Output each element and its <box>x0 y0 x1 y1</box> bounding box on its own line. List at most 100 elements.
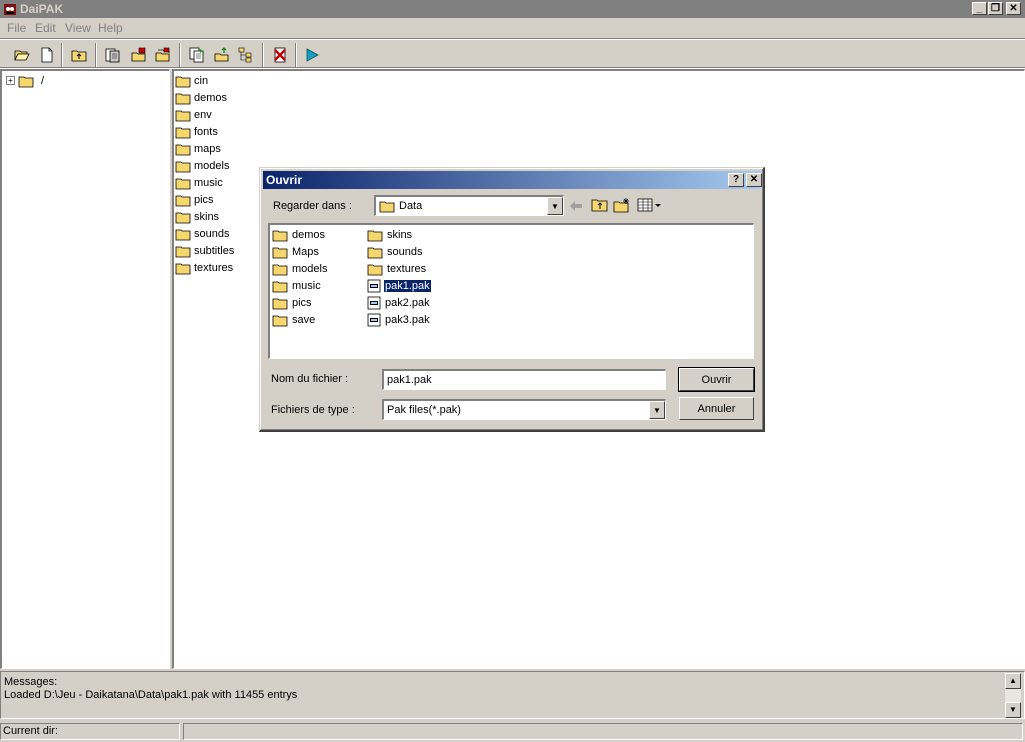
list-item-label: maps <box>194 142 221 155</box>
folder-icon <box>175 144 191 155</box>
file-list-item[interactable]: pak2.pak <box>367 295 431 311</box>
file-list-item[interactable]: pics <box>272 295 313 311</box>
add-folder-button[interactable] <box>152 44 174 66</box>
folder-up-icon <box>71 50 87 62</box>
file-list-item-label: pak1.pak <box>383 279 432 293</box>
folder-icon <box>175 263 191 274</box>
toolbar-separator <box>295 43 297 67</box>
menu-view[interactable]: View <box>65 21 91 35</box>
list-item-label: pics <box>194 193 214 206</box>
menu-help[interactable]: Help <box>98 21 123 35</box>
folder-icon <box>18 76 34 87</box>
menu-file[interactable]: File <box>7 21 26 35</box>
look-in-combo[interactable]: Data ▼ <box>374 195 564 216</box>
dialog-close-button[interactable]: ✕ <box>746 173 762 187</box>
dialog-title-bar[interactable]: Ouvrir ? ✕ <box>263 171 762 189</box>
pak-file-icon <box>367 313 381 327</box>
export-button[interactable] <box>211 44 233 66</box>
help-button[interactable]: ? <box>728 173 744 187</box>
list-item[interactable]: pics <box>175 191 234 208</box>
list-item-label: subtitles <box>194 244 235 257</box>
file-list-item-label: pak2.pak <box>385 297 430 309</box>
list-item[interactable]: maps <box>175 140 234 157</box>
new-file-button[interactable] <box>36 44 58 66</box>
cancel-button[interactable]: Annuler <box>679 397 754 420</box>
folder-tree-pane[interactable]: + / <box>0 69 170 669</box>
view-menu-button[interactable] <box>637 197 663 215</box>
scroll-down-button[interactable]: ▼ <box>1005 702 1021 718</box>
chevron-down-icon[interactable]: ▼ <box>547 197 563 215</box>
folder-icon <box>379 201 395 213</box>
tree-root[interactable]: + / <box>6 72 44 89</box>
minimize-button[interactable]: _ <box>972 2 987 15</box>
title-bar[interactable]: DaiPAK _ ❐ ✕ <box>0 0 1025 18</box>
list-item-label: sounds <box>194 227 230 240</box>
list-item[interactable]: cin <box>175 72 234 89</box>
folder-icon <box>175 195 191 206</box>
status-current-dir: Current dir: <box>0 723 180 740</box>
chevron-down-icon[interactable]: ▼ <box>649 401 665 419</box>
filetype-label: Fichiers de type : <box>271 404 355 416</box>
open-folder-icon <box>14 50 30 61</box>
file-list-item-label: pics <box>292 297 312 309</box>
scroll-up-button[interactable]: ▲ <box>1005 673 1021 689</box>
open-button[interactable]: Ouvrir <box>678 367 755 392</box>
filetype-select[interactable]: Pak files(*.pak) ▼ <box>382 399 666 420</box>
file-list-item[interactable]: demos <box>272 227 326 243</box>
file-list-item-label: sounds <box>387 246 423 258</box>
folder-icon <box>272 298 288 310</box>
copy-button[interactable] <box>186 44 208 66</box>
list-item[interactable]: models <box>175 157 234 174</box>
folder-icon <box>175 212 191 223</box>
close-button[interactable]: ✕ <box>1006 2 1021 15</box>
file-list-item[interactable]: skins <box>367 227 413 243</box>
back-button[interactable] <box>568 198 584 214</box>
add-files-button[interactable] <box>128 44 150 66</box>
list-item[interactable]: demos <box>175 89 234 106</box>
file-list-item-label: Maps <box>292 246 319 258</box>
list-item[interactable]: env <box>175 106 234 123</box>
view-list-icon <box>637 198 661 212</box>
file-list-item[interactable]: save <box>272 312 316 328</box>
file-list-item[interactable]: music <box>272 278 322 294</box>
file-list-item[interactable]: sounds <box>367 244 423 260</box>
dialog-file-list[interactable]: demos Maps models music pics save skins sounds t… <box>268 223 754 359</box>
list-item-label: skins <box>194 210 220 223</box>
folder-up-button[interactable] <box>68 44 90 66</box>
add-folder-icon <box>155 47 170 62</box>
restore-button[interactable]: ❐ <box>988 2 1003 15</box>
file-list-item[interactable]: Maps <box>272 244 320 260</box>
file-list-item[interactable]: pak1.pak <box>367 278 432 294</box>
look-in-label: Regarder dans : <box>273 200 352 212</box>
list-item[interactable]: sounds <box>175 225 234 242</box>
list-item[interactable]: subtitles <box>175 242 234 259</box>
delete-button[interactable] <box>269 44 291 66</box>
filename-input[interactable] <box>382 369 666 390</box>
messages-scrollbar[interactable]: ▲ ▼ <box>1005 673 1021 718</box>
window-title: DaiPAK <box>20 2 64 16</box>
open-folder-button[interactable] <box>11 44 33 66</box>
back-arrow-icon <box>570 201 582 211</box>
tree-button[interactable] <box>235 44 257 66</box>
look-in-value: Data <box>399 200 423 212</box>
toolbar-separator <box>262 43 264 67</box>
folder-icon <box>175 161 191 172</box>
dialog-title: Ouvrir <box>266 173 303 187</box>
list-item[interactable]: skins <box>175 208 234 225</box>
file-list-item[interactable]: pak3.pak <box>367 312 431 328</box>
up-folder-button[interactable] <box>591 197 609 215</box>
extract-button[interactable] <box>102 44 124 66</box>
file-list-item[interactable]: textures <box>367 261 427 277</box>
list-item[interactable]: textures <box>175 259 234 276</box>
new-folder-button[interactable] <box>613 197 631 215</box>
play-button[interactable] <box>301 44 323 66</box>
folder-icon <box>175 76 191 87</box>
file-list-item-label: textures <box>387 263 427 275</box>
file-list-item[interactable]: models <box>272 261 328 277</box>
list-item-label: demos <box>194 91 228 104</box>
list-item-label: music <box>194 176 223 189</box>
list-item[interactable]: music <box>175 174 234 191</box>
list-item[interactable]: fonts <box>175 123 234 140</box>
tree-expand-icon[interactable]: + <box>6 76 15 85</box>
menu-edit[interactable]: Edit <box>35 21 56 35</box>
